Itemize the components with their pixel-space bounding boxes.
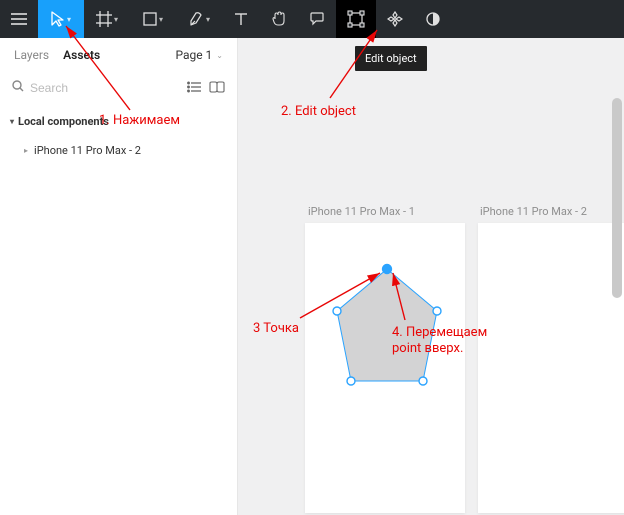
artboard-label[interactable]: iPhone 11 Pro Max - 1 (308, 205, 415, 218)
triangle-right-icon: ▸ (24, 146, 28, 155)
plugins-button[interactable] (376, 0, 414, 38)
chevron-down-icon: ⌄ (216, 51, 223, 60)
canvas-area[interactable]: iPhone 11 Pro Max - 1 iPhone 11 Pro Max … (238, 38, 624, 515)
theme-toggle-button[interactable] (414, 0, 452, 38)
left-sidebar: Layers Assets Page 1 ⌄ ▾ Local component… (0, 38, 238, 515)
search-icon (12, 80, 24, 95)
chevron-down-icon: ▾ (159, 15, 163, 24)
vertex-left-upper[interactable] (333, 307, 341, 315)
page-label: Page 1 (175, 48, 212, 62)
tab-layers[interactable]: Layers (14, 48, 49, 62)
component-item[interactable]: ▸ iPhone 11 Pro Max - 2 (0, 136, 237, 165)
section-header-local-components[interactable]: ▾ Local components (0, 107, 237, 136)
list-view-icon[interactable] (187, 78, 201, 97)
top-toolbar: ▾ ▾ ▾ ▾ (0, 0, 624, 38)
chevron-down-icon: ▾ (67, 15, 71, 24)
artboard-1[interactable] (305, 223, 465, 513)
vertex-right-upper[interactable] (433, 307, 441, 315)
edited-shape[interactable] (327, 263, 447, 393)
triangle-down-icon: ▾ (10, 117, 14, 126)
chevron-down-icon: ▾ (206, 15, 210, 24)
page-selector[interactable]: Page 1 ⌄ (175, 48, 223, 62)
vertex-left-lower[interactable] (347, 377, 355, 385)
edit-object-button[interactable] (336, 0, 376, 38)
shape-tool-button[interactable]: ▾ (130, 0, 176, 38)
comment-tool-button[interactable] (298, 0, 336, 38)
library-icon[interactable] (209, 78, 225, 97)
vertex-top[interactable] (383, 265, 392, 274)
tooltip-edit-object: Edit object (355, 46, 427, 71)
hand-tool-button[interactable] (260, 0, 298, 38)
tab-assets[interactable]: Assets (63, 48, 100, 62)
frame-tool-button[interactable]: ▾ (84, 0, 130, 38)
pen-tool-button[interactable]: ▾ (176, 0, 222, 38)
hamburger-menu-icon[interactable] (0, 0, 38, 38)
scrollbar-vertical[interactable] (612, 98, 622, 298)
move-tool-button[interactable]: ▾ (38, 0, 84, 38)
artboard-label[interactable]: iPhone 11 Pro Max - 2 (480, 205, 587, 218)
search-input[interactable] (30, 81, 179, 95)
artboard-2[interactable] (478, 223, 624, 513)
text-tool-button[interactable] (222, 0, 260, 38)
chevron-down-icon: ▾ (114, 15, 118, 24)
vertex-right-lower[interactable] (419, 377, 427, 385)
